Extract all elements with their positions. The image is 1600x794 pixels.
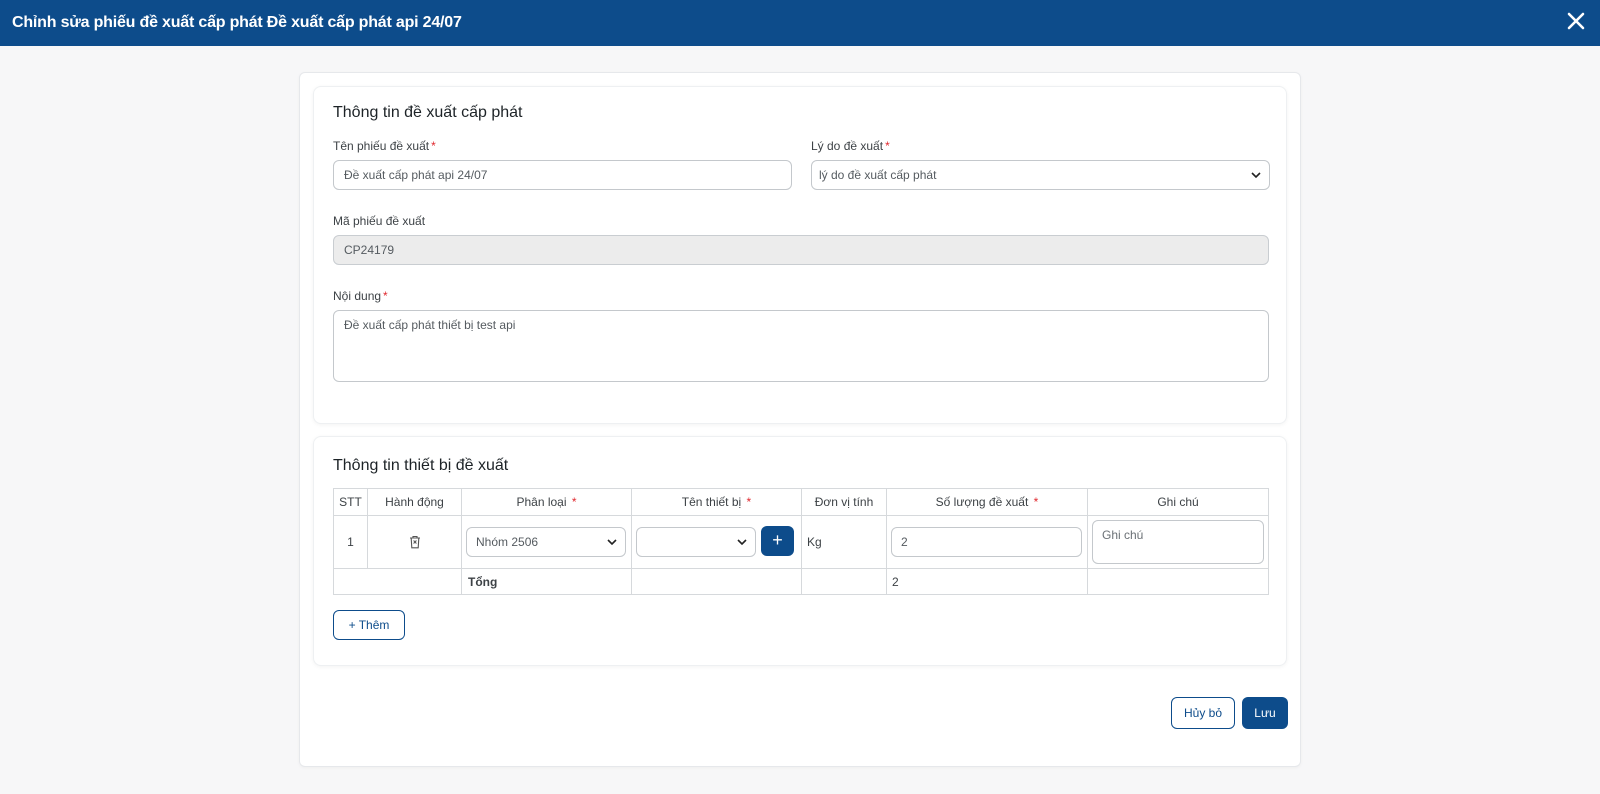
chevron-down-icon [607,539,617,546]
content-textarea[interactable]: Đề xuất cấp phát thiết bị test api [333,310,1269,382]
modal-header: Chỉnh sửa phiếu đề xuất cấp phát Đề xuất… [0,0,1600,46]
total-label: Tổng [461,568,632,595]
device-info-title: Thông tin thiết bị đề xuất [333,457,509,474]
request-info-title: Thông tin đề xuất cấp phát [333,104,523,121]
reason-label: Lý do đề xuất * [811,139,890,153]
row-quantity-cell: 2 [886,515,1088,569]
quantity-input[interactable]: 2 [891,527,1082,557]
table-row: 1 Nhóm 2506 + Kg 2 Ghi chú [333,515,1269,569]
row-device-name-cell: + [631,515,802,569]
save-button[interactable]: Lưu [1242,697,1288,729]
edit-form-modal: Thông tin đề xuất cấp phát Tên phiếu đề … [299,72,1301,767]
col-action: Hành động [367,488,462,516]
trash-icon[interactable] [409,535,421,549]
total-row: Tổng 2 [333,568,1269,595]
row-stt: 1 [333,515,368,569]
request-info-card: Thông tin đề xuất cấp phát Tên phiếu đề … [313,86,1287,424]
total-quantity: 2 [886,568,1088,595]
row-unit: Kg [801,515,887,569]
request-code-input: CP24179 [333,235,1269,265]
col-device-name: Tên thiết bị * [631,488,802,516]
col-stt: STT [333,488,368,516]
content-label: Nội dung * [333,289,388,303]
row-category-cell: Nhóm 2506 [461,515,632,569]
col-quantity: Số lượng đề xuất * [886,488,1088,516]
request-name-label: Tên phiếu đề xuất * [333,139,436,153]
col-unit: Đơn vị tính [801,488,887,516]
device-table: STT Hành động Phân loại * Tên thiết bị *… [333,488,1269,595]
chevron-down-icon [1251,172,1261,179]
category-select[interactable]: Nhóm 2506 [466,527,626,557]
row-note-cell: Ghi chú [1087,515,1269,569]
device-name-select[interactable] [636,527,756,557]
add-device-button[interactable]: + [761,526,794,556]
add-row-button[interactable]: + Thêm [333,610,405,640]
cancel-button[interactable]: Hủy bỏ [1171,697,1235,729]
modal-title: Chỉnh sửa phiếu đề xuất cấp phát Đề xuất… [12,14,462,31]
table-header-row: STT Hành động Phân loại * Tên thiết bị *… [333,488,1269,516]
reason-select[interactable]: lý do đề xuất cấp phát [811,160,1270,190]
close-icon[interactable] [1564,9,1588,33]
request-code-label: Mã phiếu đề xuất [333,214,426,228]
row-action-cell [367,515,462,569]
col-note: Ghi chú [1087,488,1269,516]
chevron-down-icon [737,539,747,546]
device-info-card: Thông tin thiết bị đề xuất STT Hành động… [313,436,1287,666]
note-textarea[interactable]: Ghi chú [1092,520,1264,564]
request-name-input[interactable]: Đề xuất cấp phát api 24/07 [333,160,792,190]
col-category: Phân loại * [461,488,632,516]
